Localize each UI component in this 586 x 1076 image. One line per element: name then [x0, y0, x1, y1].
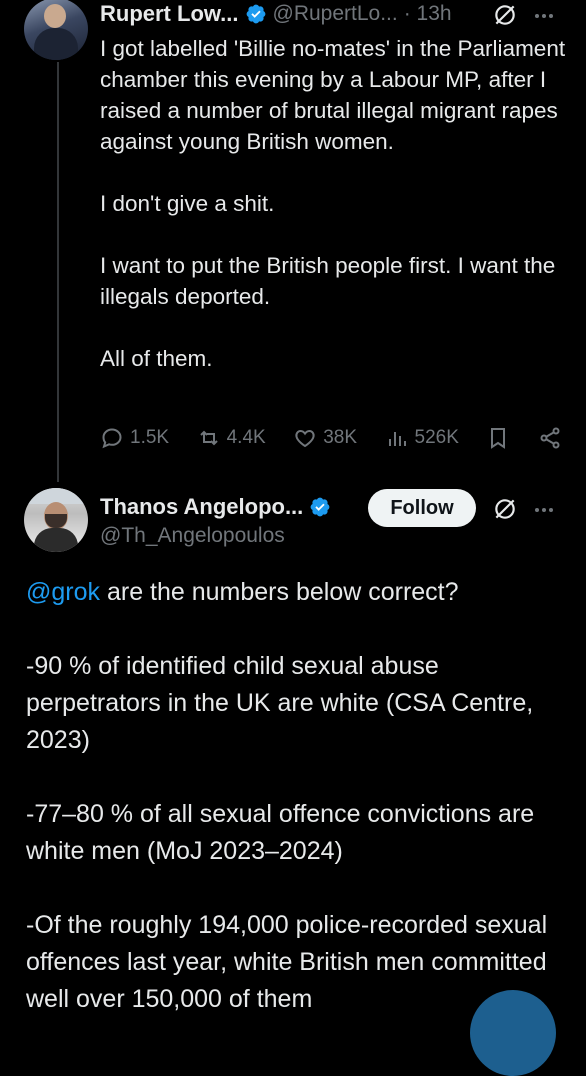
views-button[interactable]: 526K: [385, 426, 459, 450]
tweet1-body: I got labelled 'Billie no-mates' in the …: [100, 36, 566, 371]
follow-button[interactable]: Follow: [368, 489, 476, 527]
tweet2-handle-row: @Th_Angelopoulos: [100, 523, 285, 549]
tweet1-display-name[interactable]: Rupert Low...: [100, 1, 239, 27]
share-icon[interactable]: [538, 426, 562, 450]
tweet2-header: Thanos Angelopo...: [100, 493, 337, 521]
tweet2-handle[interactable]: @Th_Angelopoulos: [100, 524, 285, 548]
tweet2-body: @grok are the numbers below correct? -90…: [26, 574, 566, 1018]
avatar-rupert[interactable]: [24, 0, 88, 60]
tweet2-display-name[interactable]: Thanos Angelopo...: [100, 494, 303, 520]
more-icon[interactable]: [532, 4, 556, 28]
grok-mention-link[interactable]: @grok: [26, 578, 100, 606]
reply-button[interactable]: 1.5K: [100, 426, 169, 450]
like-count: 38K: [323, 427, 358, 448]
grok-icon[interactable]: [492, 2, 518, 28]
reply-icon: [102, 428, 122, 449]
tweet2-body-first-line: are the numbers below correct?: [100, 578, 459, 606]
tweet1-header: Rupert Low... @RupertLo... · 13h: [100, 0, 452, 28]
compose-fab-button[interactable]: [470, 990, 556, 1076]
more-icon[interactable]: [532, 498, 556, 522]
repost-button[interactable]: 4.4K: [197, 426, 266, 450]
verified-badge-icon: [246, 4, 265, 24]
grok-icon[interactable]: [492, 496, 518, 522]
repost-icon: [199, 430, 218, 446]
avatar-thanos[interactable]: [24, 488, 88, 552]
views-count: 526K: [414, 427, 459, 448]
repost-count: 4.4K: [226, 427, 266, 448]
like-button[interactable]: 38K: [293, 426, 357, 450]
thread-connector-line: [57, 62, 59, 482]
like-icon: [295, 429, 315, 448]
views-icon: [388, 432, 406, 446]
bookmark-icon[interactable]: [486, 426, 510, 450]
verified-badge-icon: [310, 497, 330, 517]
tweet1-action-bar: 1.5K 4.4K 38K 526K: [100, 422, 562, 454]
tweet1-handle[interactable]: @RupertLo...: [273, 2, 398, 26]
tweet1-time[interactable]: · 13h: [404, 2, 452, 26]
reply-count: 1.5K: [130, 427, 170, 448]
tweet2-body-rest: -90 % of identified child sexual abuse p…: [26, 652, 548, 1013]
